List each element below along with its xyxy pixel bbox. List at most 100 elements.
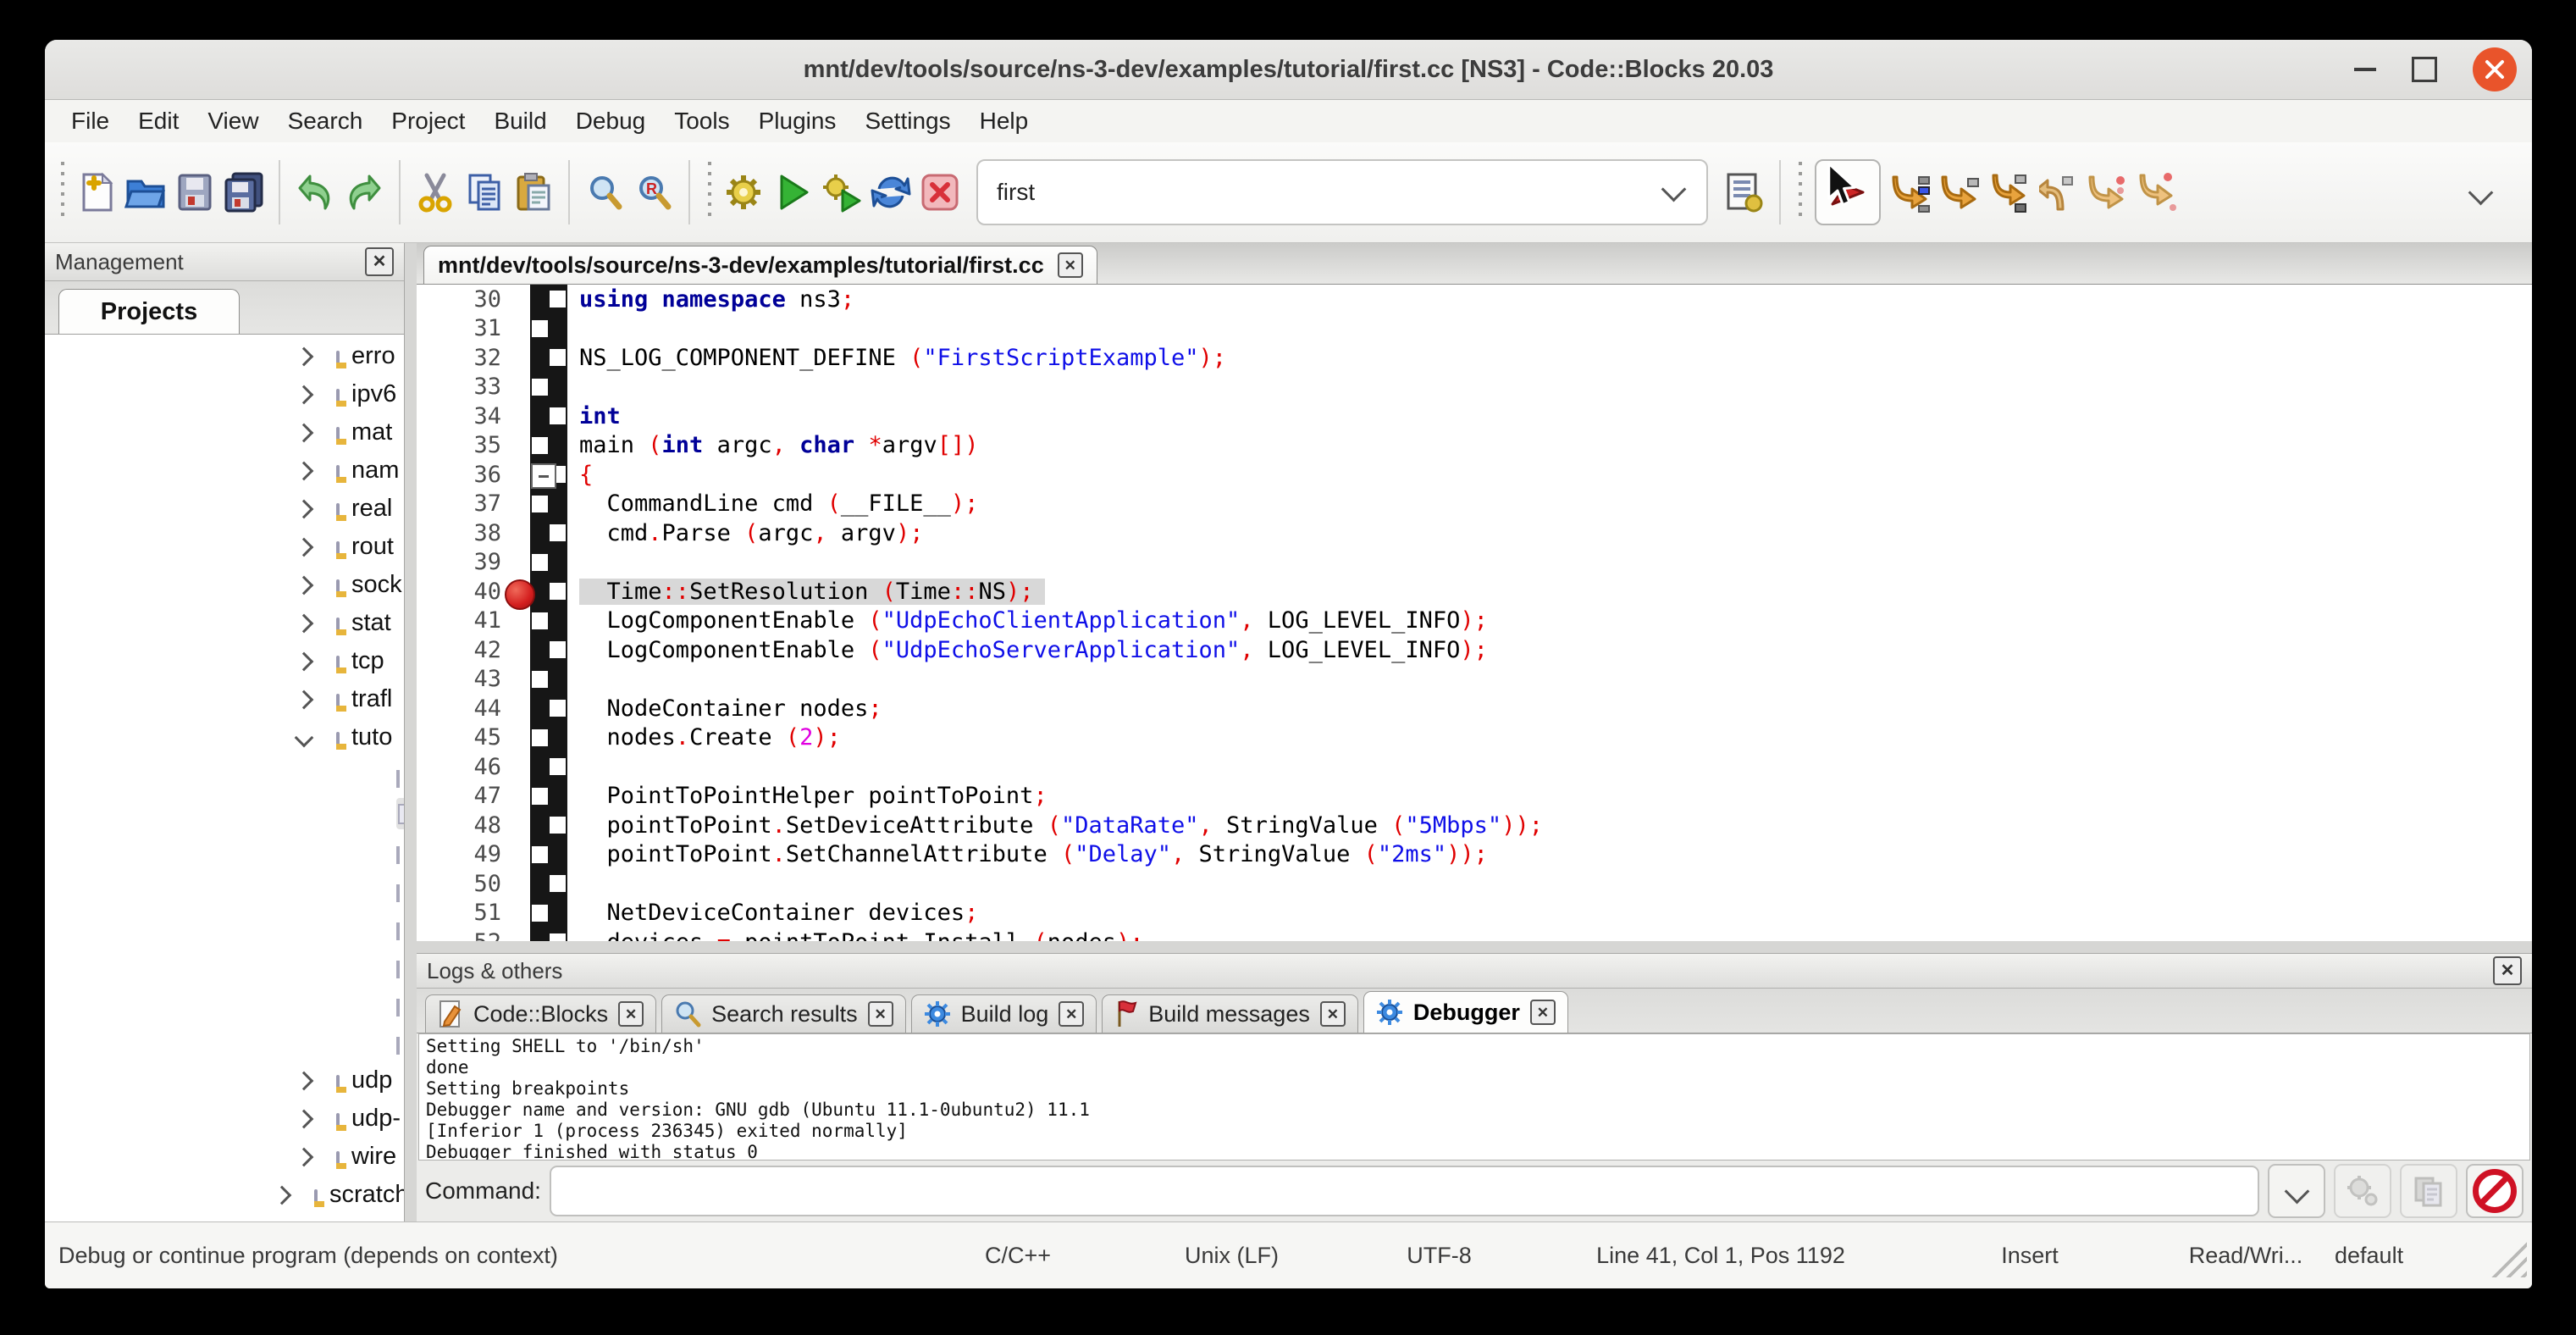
line-number[interactable]: 47 [417,783,530,809]
editor-margin[interactable] [530,869,567,899]
chevron-collapsed-icon[interactable] [295,575,314,595]
command-input[interactable] [550,1166,2259,1216]
cut-button[interactable] [411,162,460,223]
undo-button[interactable] [290,162,340,223]
chevron-collapsed-icon[interactable] [295,346,314,366]
line-number[interactable]: 40 [417,579,530,605]
tree-item-trafl[interactable]: trafl [45,680,404,718]
step-out-button[interactable] [2033,162,2082,223]
tree-item-fir[interactable]: fir [45,795,404,833]
menu-search[interactable]: Search [274,108,378,135]
line-number[interactable]: 52 [417,929,530,941]
editor-margin[interactable] [530,635,567,665]
chevron-collapsed-icon[interactable] [295,690,314,709]
debugger-output[interactable]: Setting SHELL to '/bin/sh'doneSetting br… [418,1033,2530,1161]
code-editor[interactable]: 30using namespace ns3;3132NS_LOG_COMPONE… [417,285,2532,941]
log-tab-search-results[interactable]: Search results✕ [661,994,906,1033]
tree-item-six[interactable]: six [45,985,404,1023]
editor-margin[interactable] [530,490,567,519]
editor-margin[interactable] [530,607,567,636]
run-to-cursor-button[interactable] [1886,162,1935,223]
build-target-select[interactable]: first [976,159,1708,225]
log-tab-close-button[interactable]: ✕ [1059,1001,1084,1027]
chevron-collapsed-icon[interactable] [295,613,314,633]
step-into-instruction-button[interactable] [2131,162,2181,223]
tree-item-fo[interactable]: fo [45,833,404,871]
editor-tab-close-button[interactable]: ✕ [1058,252,1083,278]
log-tab-close-button[interactable]: ✕ [1320,1001,1346,1027]
debug-continue-button[interactable] [1815,159,1881,225]
maximize-button[interactable] [2412,57,2437,82]
line-number[interactable]: 36 [417,462,530,488]
tab-projects[interactable]: Projects [58,289,240,334]
line-number[interactable]: 34 [417,403,530,429]
run-button[interactable] [768,162,817,223]
line-number[interactable]: 49 [417,841,530,867]
editor-margin[interactable] [530,431,567,461]
menu-build[interactable]: Build [479,108,561,135]
log-tab-debugger[interactable]: Debugger✕ [1363,991,1568,1033]
editor-margin[interactable] [530,928,567,941]
editor-tab-first-cc[interactable]: mnt/dev/tools/source/ns-3-dev/examples/t… [423,246,1097,284]
editor-margin[interactable] [530,840,567,870]
tree-item-src[interactable]: src [45,1214,404,1221]
copy-log-button[interactable] [2400,1164,2457,1218]
chevron-collapsed-icon[interactable] [295,1147,314,1166]
toolbar-grip[interactable] [705,162,714,223]
line-number[interactable]: 33 [417,374,530,400]
log-tab-close-button[interactable]: ✕ [618,1001,644,1027]
next-line-button[interactable] [1935,162,1984,223]
debug-tools-button[interactable] [2334,1164,2391,1218]
editor-margin[interactable] [530,343,567,373]
command-history-button[interactable] [2268,1164,2325,1218]
tree-item-se[interactable]: se [45,909,404,947]
tree-item-tuto[interactable]: tuto [45,718,404,756]
logs-close-button[interactable]: ✕ [2493,956,2522,985]
editor-margin[interactable] [530,899,567,928]
line-number[interactable]: 44 [417,695,530,722]
menu-view[interactable]: View [193,108,273,135]
line-number[interactable]: 42 [417,637,530,663]
tree-item-erro[interactable]: erro [45,337,404,375]
chevron-expanded-icon[interactable] [295,728,314,747]
chevron-collapsed-icon[interactable] [273,1185,292,1205]
line-number[interactable]: 51 [417,900,530,926]
copy-button[interactable] [460,162,509,223]
menu-file[interactable]: File [57,108,124,135]
line-number[interactable]: 38 [417,520,530,546]
replace-button[interactable]: R [629,162,678,223]
tree-item-th[interactable]: th [45,1023,404,1061]
build-and-run-button[interactable] [817,162,866,223]
new-file-button[interactable] [72,162,121,223]
step-into-button[interactable] [1984,162,2033,223]
breakpoint-marker[interactable] [505,579,535,610]
editor-margin[interactable] [530,548,567,578]
chevron-collapsed-icon[interactable] [295,1071,314,1090]
toolbar-grip[interactable] [58,162,67,223]
editor-margin[interactable] [530,694,567,723]
editor-margin[interactable] [530,373,567,402]
rebuild-button[interactable] [866,162,915,223]
chevron-collapsed-icon[interactable] [295,423,314,442]
line-number[interactable]: 32 [417,345,530,371]
menu-help[interactable]: Help [965,108,1043,135]
tree-item-udp[interactable]: udp [45,1061,404,1100]
toolbar-overflow-button[interactable] [2456,162,2505,223]
minimize-button[interactable] [2354,68,2376,71]
next-instruction-button[interactable] [2082,162,2131,223]
tree-item-tcp[interactable]: tcp [45,642,404,680]
resize-grip[interactable] [2483,1233,2527,1277]
line-number[interactable]: 50 [417,871,530,897]
tree-item-mat[interactable]: mat [45,413,404,451]
line-number[interactable]: 30 [417,286,530,313]
menu-project[interactable]: Project [377,108,479,135]
log-tab-build-log[interactable]: Build log✕ [911,994,1097,1033]
close-button[interactable] [2473,47,2517,91]
log-tab-close-button[interactable]: ✕ [1530,1000,1556,1025]
menu-settings[interactable]: Settings [850,108,965,135]
tree-item-real[interactable]: real [45,490,404,528]
editor-margin[interactable] [530,811,567,840]
find-button[interactable] [580,162,629,223]
chevron-collapsed-icon[interactable] [295,385,314,404]
compile-button[interactable] [719,162,768,223]
